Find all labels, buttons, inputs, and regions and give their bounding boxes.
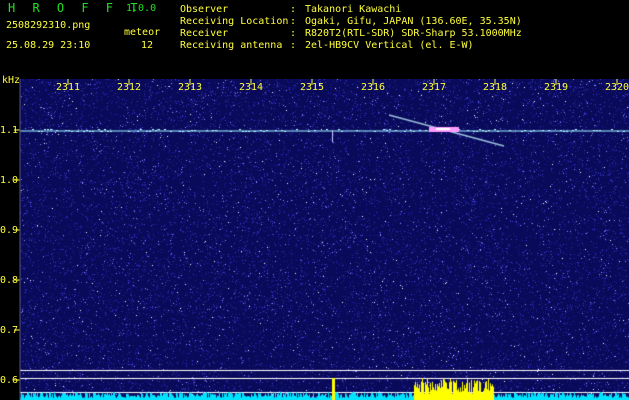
info-separator: :	[290, 4, 297, 15]
date-time: 25.08.29 23:10	[6, 40, 91, 51]
app-version: 1.0.0	[126, 3, 157, 14]
info-separator: :	[290, 28, 297, 39]
receiver-label: Receiver	[180, 28, 229, 39]
antenna-label: Receiving antenna	[180, 40, 283, 51]
file-name: 2508292310.png	[6, 20, 91, 31]
location-label: Receiving Location	[180, 16, 289, 27]
meteor-label: meteor	[124, 27, 161, 38]
receiver-value: R820T2(RTL-SDR) SDR-Sharp 53.1000MHz	[305, 28, 522, 39]
header-panel: H R O F F T 1.0.0 2508292310.png 25.08.2…	[0, 0, 629, 75]
y-tick-label: 0.6	[0, 375, 18, 386]
y-tick-label: 0.7	[0, 325, 18, 336]
y-tick-label: 0.9	[0, 225, 18, 236]
observer-label: Observer	[180, 4, 229, 15]
y-axis-unit: kHz	[2, 75, 21, 86]
meteor-count: 12	[141, 40, 154, 51]
y-tick-label: 1.1	[0, 125, 18, 136]
y-tick-label: 1.0	[0, 175, 18, 186]
observer-value: Takanori Kawachi	[305, 4, 402, 15]
spectrogram-plot	[20, 79, 629, 400]
app-name: H R O F F T	[8, 1, 143, 15]
info-separator: :	[290, 16, 297, 27]
spectrogram-canvas	[20, 79, 629, 400]
y-tick-label: 0.8	[0, 275, 18, 286]
info-separator: :	[290, 40, 297, 51]
antenna-value: 2el-HB9CV Vertical (el. E-W)	[305, 40, 474, 51]
location-value: Ogaki, Gifu, JAPAN (136.60E, 35.35N)	[305, 16, 522, 27]
